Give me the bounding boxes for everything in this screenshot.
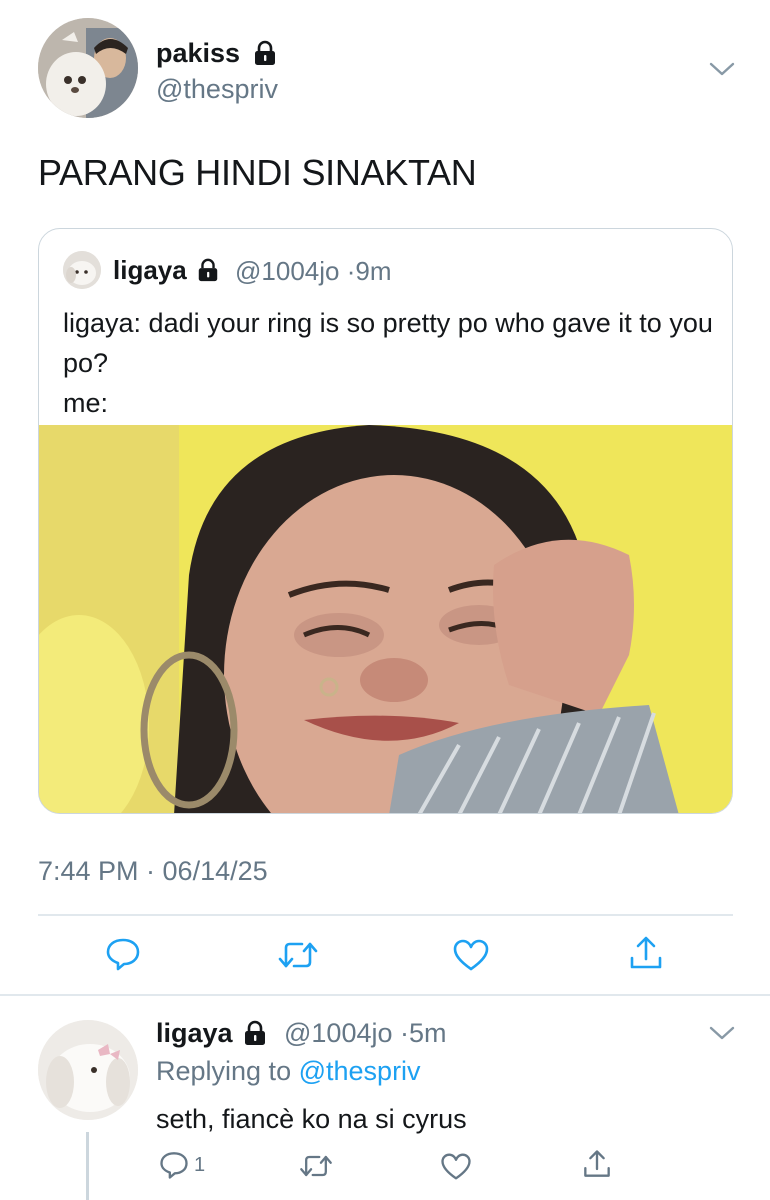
reply-meta: @1004jo ·5m bbox=[284, 1018, 447, 1049]
reply-icon bbox=[106, 938, 140, 971]
replying-to-label: Replying to bbox=[156, 1056, 292, 1086]
share-button[interactable] bbox=[628, 934, 664, 972]
reply-handle[interactable]: @1004jo bbox=[284, 1018, 393, 1048]
lock-icon bbox=[254, 40, 275, 65]
quoted-tweet-text: ligaya: dadi your ring is so pretty po w… bbox=[63, 303, 713, 423]
divider bbox=[0, 994, 770, 996]
chevron-down-icon[interactable] bbox=[708, 60, 736, 78]
separator-dot: · bbox=[400, 1018, 410, 1048]
chevron-down-icon[interactable] bbox=[708, 1024, 736, 1042]
tweet-text: PARANG HINDI SINAKTAN bbox=[38, 152, 477, 193]
author-handle[interactable]: @thespriv bbox=[156, 74, 278, 105]
share-icon bbox=[584, 1150, 610, 1177]
share-icon bbox=[630, 936, 662, 969]
replying-to: Replying to @thespriv bbox=[156, 1056, 421, 1087]
quoted-meta: @1004jo ·9m bbox=[235, 256, 392, 287]
retweet-button[interactable] bbox=[276, 938, 320, 972]
like-icon bbox=[441, 1153, 471, 1180]
quoted-tweet-card[interactable]: ligaya @1004jo ·9m ligaya: dadi your rin… bbox=[38, 228, 733, 814]
reply-text: seth, fiancè ko na si cyrus bbox=[156, 1104, 467, 1134]
author-avatar[interactable] bbox=[38, 18, 138, 118]
lock-icon bbox=[198, 258, 218, 282]
lock-icon bbox=[245, 1020, 266, 1045]
like-icon bbox=[453, 939, 489, 971]
author-display-name[interactable]: pakiss bbox=[156, 38, 278, 69]
replying-to-handle-link[interactable]: @thespriv bbox=[299, 1056, 421, 1086]
thread-line bbox=[86, 1132, 89, 1200]
quoted-media-image[interactable] bbox=[39, 425, 732, 813]
reply-icon bbox=[160, 1152, 188, 1179]
reply-author-avatar[interactable] bbox=[38, 1020, 138, 1120]
retweet-button[interactable] bbox=[298, 1152, 334, 1180]
retweet-icon bbox=[300, 1155, 332, 1177]
tweet-timestamp[interactable]: 7:44 PM · 06/14/25 bbox=[38, 856, 268, 887]
reply-display-name[interactable]: ligaya bbox=[156, 1018, 268, 1049]
share-button[interactable] bbox=[582, 1148, 612, 1180]
reply-button[interactable] bbox=[104, 936, 142, 972]
quoted-text-line: ligaya: dadi your ring is so pretty po w… bbox=[63, 308, 713, 378]
reply-count: 1 bbox=[194, 1153, 206, 1176]
quoted-display-name[interactable]: ligaya bbox=[113, 255, 220, 286]
quoted-handle[interactable]: @1004jo bbox=[235, 256, 339, 286]
reply-button[interactable]: 1 bbox=[158, 1150, 205, 1180]
like-button[interactable] bbox=[440, 1152, 472, 1181]
quoted-time[interactable]: 9m bbox=[355, 256, 391, 286]
retweet-icon bbox=[278, 942, 318, 968]
quoted-text-line: me: bbox=[63, 388, 109, 418]
like-button[interactable] bbox=[452, 938, 490, 972]
quoted-author-avatar[interactable] bbox=[63, 251, 101, 289]
divider bbox=[38, 914, 733, 916]
reply-time[interactable]: 5m bbox=[409, 1018, 447, 1048]
